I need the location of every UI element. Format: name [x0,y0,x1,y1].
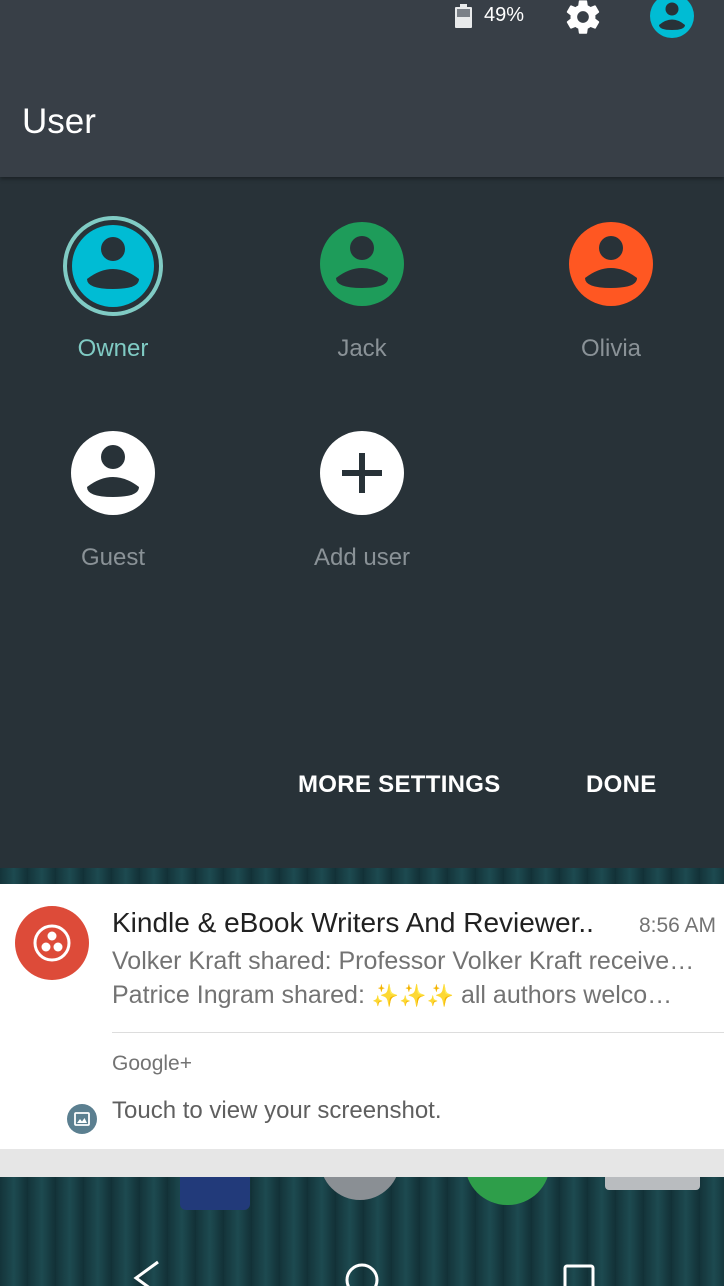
sparkles-icon: ✨✨✨ [371,983,455,1008]
page-title: User [22,102,96,141]
quick-settings-header: 49% User [0,0,724,177]
user-switcher-panel: Owner Jack Olivia Guest Add user MORE SE… [0,177,724,868]
notification-line-text: all authors welco… [454,981,673,1009]
home-button[interactable] [344,1258,380,1286]
user-name: Jack [337,335,387,362]
back-button[interactable] [130,1258,164,1286]
battery-icon [455,4,472,28]
divider [112,1032,724,1033]
jack-avatar-icon [319,221,405,311]
google-plus-communities-icon [14,905,90,981]
olivia-avatar-icon [568,221,654,311]
user-tile-guest[interactable]: Guest [13,430,213,620]
user-name: Guest [80,544,146,571]
user-avatar-icon[interactable] [648,0,696,40]
notification-stack-edge [0,1149,724,1177]
user-name: Olivia [580,335,641,362]
notification-line: Patrice Ingram shared: ✨✨✨ all authors w… [112,981,672,1010]
notification-time: 8:56 AM [638,914,716,937]
battery-percent: 49% [484,4,525,26]
user-tile-olivia[interactable]: Olivia [511,221,711,411]
done-button[interactable]: DONE [586,771,657,799]
notification-screenshot[interactable]: Touch to view your screenshot. [0,1097,724,1149]
user-name: Owner [77,335,149,362]
user-tile-jack[interactable]: Jack [262,221,462,411]
guest-avatar-icon [70,430,156,520]
image-icon [66,1103,98,1135]
add-icon [319,430,405,520]
more-settings-button[interactable]: MORE SETTINGS [298,771,501,799]
notification-line-text: Patrice Ingram shared: [112,981,372,1009]
notification-app-name: Google+ [112,1052,192,1075]
notification-google-plus[interactable]: Kindle & eBook Writers And Reviewer.. 8:… [0,884,724,1097]
user-tile-owner[interactable]: Owner [13,215,213,405]
notification-text: Touch to view your screenshot. [112,1097,442,1124]
add-user-button[interactable]: Add user [262,430,462,620]
settings-gear-icon[interactable] [560,0,606,37]
recents-button[interactable] [562,1258,596,1286]
notification-title: Kindle & eBook Writers And Reviewer.. [112,907,594,938]
owner-avatar-icon [62,215,164,321]
user-name: Add user [313,544,411,571]
notification-line: Volker Kraft shared: Professor Volker Kr… [112,947,695,975]
